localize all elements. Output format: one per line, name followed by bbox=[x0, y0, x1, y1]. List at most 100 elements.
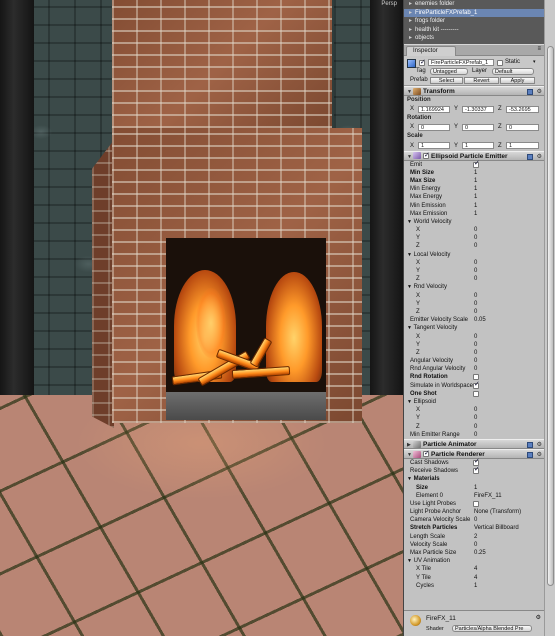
triangle-down-icon[interactable]: ▼ bbox=[407, 558, 412, 564]
gear-icon[interactable]: ⚙ bbox=[537, 87, 542, 97]
hierarchy-item-selected[interactable]: ▸ FireParticleFXPrefab_1 bbox=[404, 8, 544, 17]
uv-animation-row[interactable]: ▼ UV Animation bbox=[404, 557, 544, 565]
position-x-field[interactable]: 1.169924 bbox=[418, 105, 450, 113]
materials-row[interactable]: ▼ Materials bbox=[404, 475, 544, 483]
scale-y-field[interactable]: 1 bbox=[462, 142, 494, 150]
hierarchy-item[interactable]: ▸ frogs folder bbox=[404, 17, 544, 26]
vector-label-row[interactable]: ▼ Local Velocity bbox=[404, 251, 544, 259]
property-value[interactable]: 1 bbox=[474, 210, 477, 218]
emitter-velocity-scale-value[interactable]: 0.05 bbox=[474, 316, 486, 324]
object-name-field[interactable]: FireParticleFXPrefab_1 bbox=[428, 59, 494, 66]
prefab-apply-button[interactable]: Apply bbox=[500, 77, 535, 84]
property-label: Angular Velocity bbox=[410, 358, 454, 365]
position-z-field[interactable]: -53.2695 bbox=[506, 105, 539, 113]
axis-value[interactable]: 0 bbox=[474, 226, 477, 234]
property-value[interactable]: 0.25 bbox=[474, 549, 486, 557]
transform-header[interactable]: ▼ Transform ⚙ bbox=[404, 86, 544, 96]
property-value[interactable]: 4 bbox=[474, 574, 477, 582]
triangle-down-icon[interactable]: ▼ bbox=[407, 325, 412, 331]
static-checkbox[interactable] bbox=[497, 60, 503, 66]
min-emitter-range-value[interactable]: 0 bbox=[474, 431, 477, 439]
axis-value[interactable]: 0 bbox=[474, 234, 477, 242]
axis-value[interactable]: 0 bbox=[474, 300, 477, 308]
axis-value[interactable]: 0 bbox=[474, 406, 477, 414]
property-value[interactable]: 1 bbox=[474, 169, 477, 177]
property-checkbox[interactable] bbox=[473, 381, 480, 389]
fireplace-side bbox=[92, 140, 114, 428]
hierarchy-item[interactable]: ▸ enemies folder bbox=[404, 0, 544, 9]
help-icon[interactable] bbox=[527, 451, 533, 458]
axis-value[interactable]: 0 bbox=[474, 242, 477, 250]
axis-value[interactable]: 0 bbox=[474, 349, 477, 357]
scroll-thumb[interactable] bbox=[547, 46, 554, 586]
active-checkbox[interactable] bbox=[419, 58, 426, 66]
inspector-scrollbar[interactable] bbox=[544, 0, 555, 636]
renderer-enabled-checkbox[interactable] bbox=[423, 449, 430, 459]
property-checkbox[interactable] bbox=[473, 390, 479, 397]
property-value[interactable]: 0 bbox=[474, 357, 477, 365]
property-value[interactable]: 1 bbox=[474, 484, 477, 492]
property-value[interactable]: 0 bbox=[474, 541, 477, 549]
property-value[interactable]: Vertical Billboard bbox=[474, 524, 519, 532]
layer-dropdown[interactable]: Default bbox=[492, 68, 534, 75]
triangle-down-icon[interactable]: ▼ bbox=[407, 476, 412, 482]
axis-value[interactable]: 0 bbox=[474, 333, 477, 341]
property-value[interactable]: 0 bbox=[474, 365, 477, 373]
property-checkbox[interactable] bbox=[473, 160, 480, 168]
scene-view[interactable]: Persp bbox=[0, 0, 403, 636]
property-value[interactable]: 1 bbox=[474, 582, 477, 590]
vector-label-row[interactable]: ▼ Ellipsoid bbox=[404, 398, 544, 406]
scale-z-field[interactable]: 1 bbox=[506, 142, 539, 150]
gear-icon[interactable]: ⚙ bbox=[536, 614, 541, 621]
property-value[interactable]: 1 bbox=[474, 185, 477, 193]
hierarchy-item[interactable]: ▸ objects bbox=[404, 34, 544, 43]
property-value[interactable]: 4 bbox=[474, 565, 477, 573]
prefab-revert-button[interactable]: Revert bbox=[464, 77, 499, 84]
hierarchy-item[interactable]: ▸ health kit --------- bbox=[404, 26, 544, 35]
property-checkbox[interactable] bbox=[473, 374, 479, 381]
property-value[interactable]: 0 bbox=[474, 516, 477, 524]
rotation-z-field[interactable]: 0 bbox=[506, 123, 539, 131]
axis-value[interactable]: 0 bbox=[474, 423, 477, 431]
property-value[interactable]: FireFX_11 bbox=[474, 492, 502, 500]
property-row: Emit bbox=[404, 160, 544, 169]
tab-inspector[interactable]: Inspector bbox=[406, 46, 456, 56]
triangle-down-icon[interactable]: ▼ bbox=[407, 399, 412, 405]
axis-value[interactable]: 0 bbox=[474, 414, 477, 422]
animator-header[interactable]: ▶ Particle Animator ⚙ bbox=[404, 438, 544, 449]
axis-value[interactable]: 0 bbox=[474, 275, 477, 283]
triangle-down-icon[interactable]: ▼ bbox=[407, 284, 412, 290]
axis-value[interactable]: 0 bbox=[474, 341, 477, 349]
axis-value[interactable]: 0 bbox=[474, 267, 477, 275]
receive-shadows-checkbox[interactable] bbox=[473, 466, 480, 474]
emitter-enabled-checkbox[interactable] bbox=[423, 151, 430, 161]
vector-label-row[interactable]: ▼ World Velocity bbox=[404, 218, 544, 226]
axis-value[interactable]: 0 bbox=[474, 308, 477, 316]
rotation-y-field[interactable]: 0 bbox=[462, 123, 494, 131]
help-icon[interactable] bbox=[527, 153, 533, 160]
vector-label-row[interactable]: ▼ Rnd Velocity bbox=[404, 283, 544, 291]
prefab-select-button[interactable]: Select bbox=[430, 77, 463, 84]
property-value[interactable]: 1 bbox=[474, 202, 477, 210]
help-icon[interactable] bbox=[527, 89, 533, 95]
triangle-down-icon[interactable]: ▼ bbox=[407, 252, 412, 258]
scale-x-field[interactable]: 1 bbox=[418, 142, 450, 150]
cast-shadows-checkbox[interactable] bbox=[473, 458, 480, 466]
property-value[interactable]: 1 bbox=[474, 177, 477, 185]
vector-label-row[interactable]: ▼ Tangent Velocity bbox=[404, 324, 544, 332]
tag-dropdown[interactable]: Untagged bbox=[430, 68, 468, 75]
property-checkbox[interactable] bbox=[473, 500, 479, 507]
property-value[interactable]: None (Transform) bbox=[474, 508, 521, 516]
triangle-down-icon[interactable]: ▼ bbox=[407, 219, 412, 225]
menu-icon[interactable]: ≡ bbox=[537, 46, 541, 52]
axis-value[interactable]: 0 bbox=[474, 259, 477, 267]
axis-label: Y bbox=[416, 415, 421, 422]
property-value[interactable]: 1 bbox=[474, 193, 477, 201]
rotation-x-field[interactable]: 0 bbox=[418, 123, 450, 131]
axis-value[interactable]: 0 bbox=[474, 292, 477, 300]
shader-dropdown[interactable]: Particles/Alpha Blended Pre bbox=[452, 625, 532, 632]
position-y-field[interactable]: -1.30337 bbox=[462, 105, 494, 113]
chevron-down-icon[interactable]: ▾ bbox=[533, 59, 536, 65]
help-icon[interactable] bbox=[527, 441, 533, 448]
property-value[interactable]: 2 bbox=[474, 533, 477, 541]
